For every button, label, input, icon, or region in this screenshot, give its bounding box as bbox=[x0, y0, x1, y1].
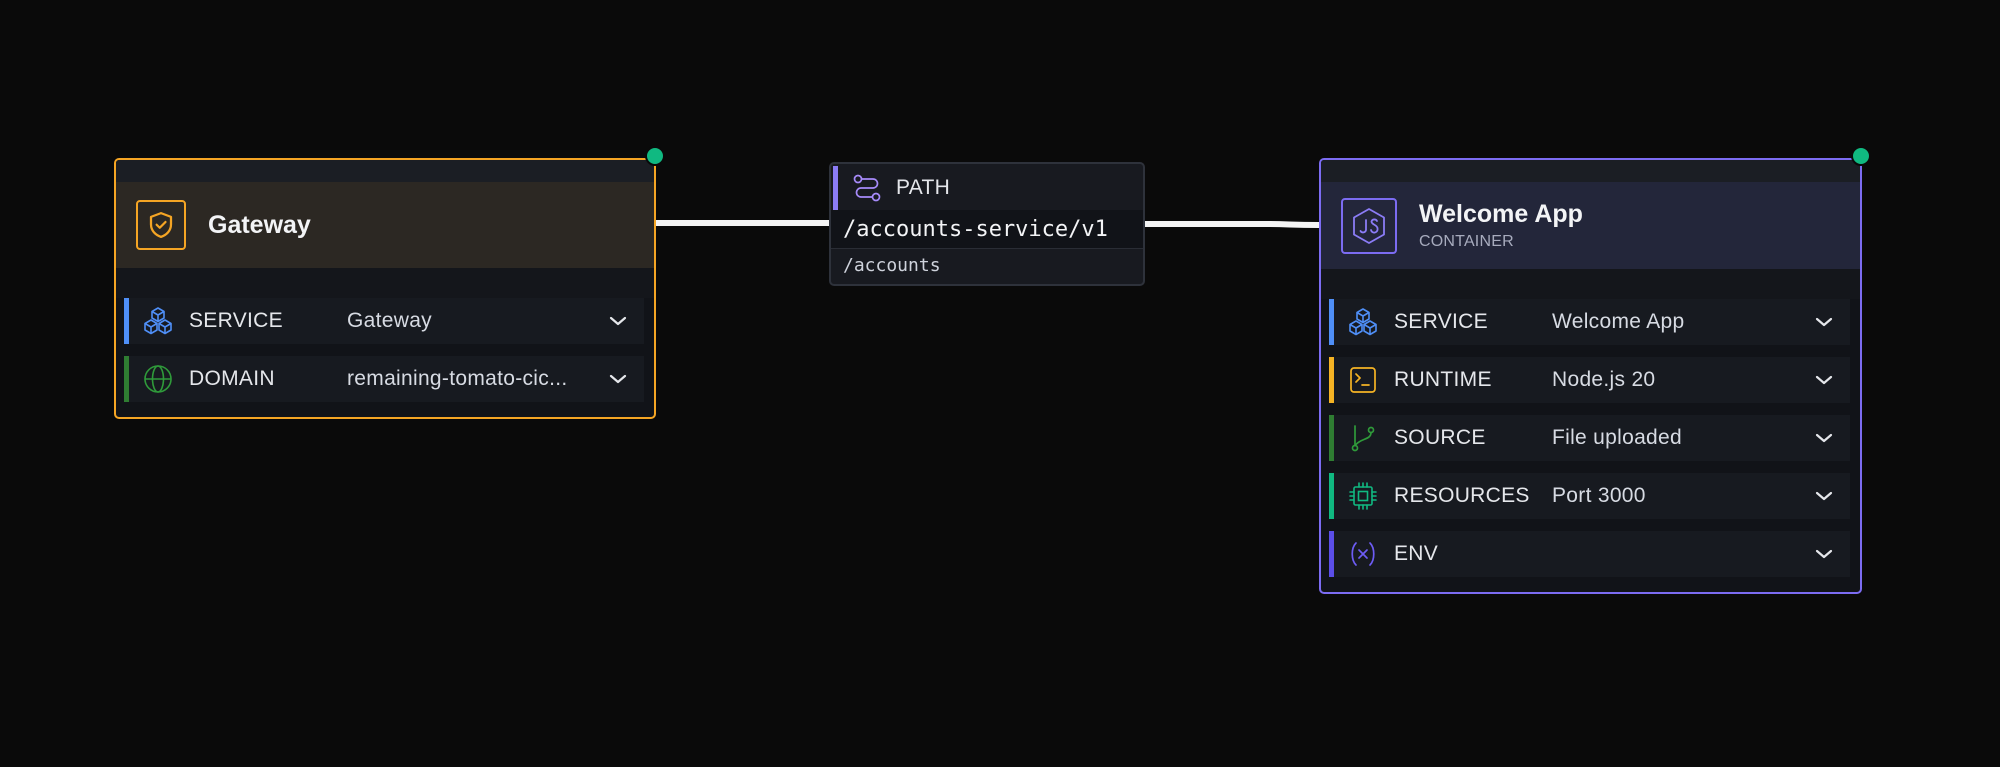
app-row-source[interactable]: SOURCE File uploaded bbox=[1329, 415, 1850, 461]
path-node[interactable]: PATH /accounts-service/v1 /accounts bbox=[829, 162, 1145, 286]
row-label: SOURCE bbox=[1394, 426, 1486, 449]
chevron-down-icon[interactable] bbox=[1804, 374, 1844, 386]
flow-canvas[interactable]: Gateway SERVICE Gateway DOMAIN remaining… bbox=[0, 0, 2000, 767]
row-value: File uploaded bbox=[1552, 426, 1682, 449]
row-label: RUNTIME bbox=[1394, 368, 1492, 391]
app-header[interactable]: Welcome App CONTAINER bbox=[1321, 182, 1860, 269]
route-icon bbox=[852, 173, 882, 203]
cpu-chip-icon bbox=[1346, 479, 1380, 513]
cubes-icon bbox=[1346, 305, 1380, 339]
path-label: PATH bbox=[896, 176, 951, 199]
globe-icon bbox=[141, 362, 175, 396]
terminal-icon bbox=[1346, 363, 1380, 397]
row-value: Gateway bbox=[347, 309, 432, 332]
variable-icon bbox=[1346, 537, 1380, 571]
gateway-header[interactable]: Gateway bbox=[116, 182, 654, 268]
path-secondary-route[interactable]: /accounts bbox=[831, 248, 1143, 281]
path-primary-route[interactable]: /accounts-service/v1 bbox=[831, 210, 1143, 248]
node-top-strip bbox=[1321, 160, 1860, 182]
app-row-resources[interactable]: RESOURCES Port 3000 bbox=[1329, 473, 1850, 519]
chevron-down-icon[interactable] bbox=[598, 373, 638, 385]
gateway-connection-handle[interactable] bbox=[645, 146, 665, 166]
edge-path-to-app bbox=[1145, 221, 1320, 228]
chevron-down-icon[interactable] bbox=[1804, 316, 1844, 328]
row-label: DOMAIN bbox=[189, 367, 275, 390]
app-row-env[interactable]: ENV bbox=[1329, 531, 1850, 577]
row-value: Welcome App bbox=[1552, 310, 1685, 333]
js-hexagon-icon bbox=[1341, 197, 1397, 254]
app-connection-handle[interactable] bbox=[1851, 146, 1871, 166]
gateway-title: Gateway bbox=[208, 210, 311, 239]
chevron-down-icon[interactable] bbox=[1804, 432, 1844, 444]
row-label: RESOURCES bbox=[1394, 484, 1530, 507]
chevron-down-icon[interactable] bbox=[1804, 548, 1844, 560]
gateway-row-domain[interactable]: DOMAIN remaining-tomato-cic... bbox=[124, 356, 644, 402]
app-title: Welcome App bbox=[1419, 200, 1583, 228]
cubes-icon bbox=[141, 304, 175, 338]
node-top-strip bbox=[116, 160, 654, 182]
row-value: Port 3000 bbox=[1552, 484, 1646, 507]
app-node[interactable]: Welcome App CONTAINER SERVICE Welcome Ap… bbox=[1319, 158, 1862, 594]
gateway-row-service[interactable]: SERVICE Gateway bbox=[124, 298, 644, 344]
chevron-down-icon[interactable] bbox=[598, 315, 638, 327]
row-value: Node.js 20 bbox=[1552, 368, 1656, 391]
app-row-runtime[interactable]: RUNTIME Node.js 20 bbox=[1329, 357, 1850, 403]
app-subtitle: CONTAINER bbox=[1419, 233, 1514, 250]
node-divider-strip bbox=[116, 268, 654, 298]
git-branch-icon bbox=[1346, 421, 1380, 455]
gateway-node[interactable]: Gateway SERVICE Gateway DOMAIN remaining… bbox=[114, 158, 656, 419]
row-value: remaining-tomato-cic... bbox=[347, 367, 568, 390]
app-row-service[interactable]: SERVICE Welcome App bbox=[1329, 299, 1850, 345]
row-label: SERVICE bbox=[189, 309, 283, 332]
row-label: SERVICE bbox=[1394, 310, 1488, 333]
path-header: PATH bbox=[833, 166, 1143, 210]
chevron-down-icon[interactable] bbox=[1804, 490, 1844, 502]
row-label: ENV bbox=[1394, 542, 1439, 565]
node-divider-strip bbox=[1321, 269, 1860, 299]
shield-check-icon bbox=[136, 200, 186, 250]
